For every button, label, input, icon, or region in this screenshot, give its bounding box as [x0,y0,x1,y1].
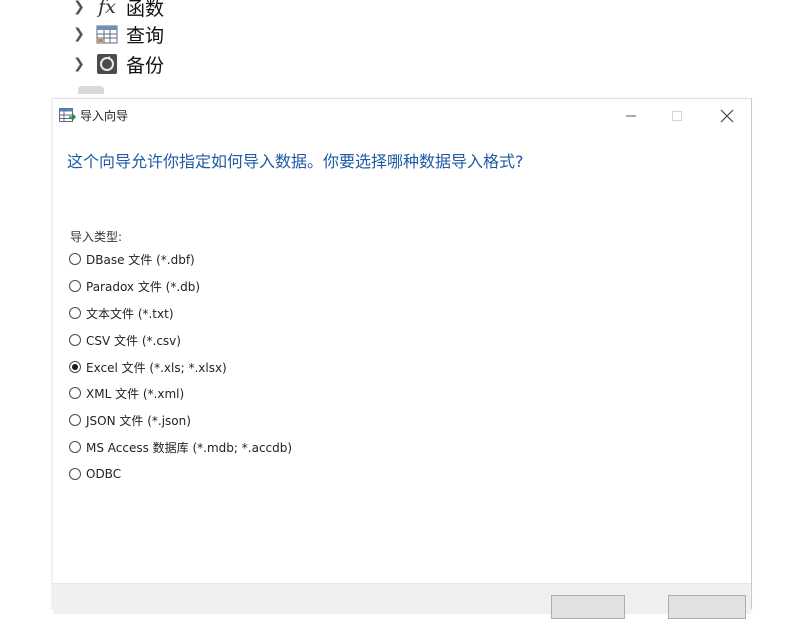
import-option[interactable]: DBase 文件 (*.dbf) [69,249,195,269]
option-label: XML 文件 (*.xml) [86,386,185,401]
radio-button[interactable] [69,280,81,292]
tree-item-label: 备份 [126,54,165,77]
option-label: JSON 文件 (*.json) [86,413,191,428]
import-type-label: 导入类型: [70,230,123,244]
radio-button[interactable] [69,253,81,265]
import-option[interactable]: MS Access 数据库 (*.mdb; *.accdb) [69,437,292,457]
tree-item-functions[interactable]: ❯ fx 函数 [72,0,164,20]
dialog-footer [53,583,751,619]
backup-icon [96,53,118,75]
dialog-title: 导入向导 [80,109,129,123]
radio-button[interactable] [69,468,81,480]
import-wizard-dialog: 导入向导 这个向导允许你指定如何导入数据。你要选择哪种数据导入格式? 导入类型:… [52,98,752,619]
title-bar[interactable]: 导入向导 [53,99,751,133]
radio-button[interactable] [69,307,81,319]
navigator-tree: ❯ fx 函数 ❯ 查询 ❯ 备份 [0,0,800,95]
radio-button[interactable] [69,334,81,346]
import-option[interactable]: CSV 文件 (*.csv) [69,330,181,350]
radio-button[interactable] [69,361,81,373]
option-label: CSV 文件 (*.csv) [86,333,181,348]
query-table-icon [96,23,118,45]
import-wizard-icon [59,108,77,127]
option-label: 文本文件 (*.txt) [86,306,174,321]
footer-button-next[interactable] [668,595,746,619]
chevron-right-icon[interactable]: ❯ [72,26,86,42]
minimize-icon [626,115,636,117]
tree-item-label: 查询 [126,24,165,47]
tree-item-partial [78,86,104,94]
maximize-icon [672,111,682,121]
maximize-button[interactable] [654,101,700,131]
wizard-heading: 这个向导允许你指定如何导入数据。你要选择哪种数据导入格式? [67,152,524,171]
import-option[interactable]: XML 文件 (*.xml) [69,383,184,403]
footer-button-back[interactable] [551,595,625,619]
tree-item-backups[interactable]: ❯ 备份 [72,51,164,77]
option-label: Paradox 文件 (*.db) [86,279,201,294]
function-icon: fx [98,0,116,18]
import-option[interactable]: JSON 文件 (*.json) [69,410,191,430]
close-button[interactable] [704,101,750,131]
option-label: DBase 文件 (*.dbf) [86,252,195,267]
chevron-right-icon[interactable]: ❯ [72,56,86,72]
radio-button[interactable] [69,441,81,453]
import-option[interactable]: Excel 文件 (*.xls; *.xlsx) [69,357,227,377]
import-option[interactable]: 文本文件 (*.txt) [69,303,174,323]
minimize-button[interactable] [608,101,654,131]
import-option[interactable]: ODBC [69,464,121,484]
radio-button[interactable] [69,387,81,399]
chevron-right-icon[interactable]: ❯ [72,0,86,15]
radio-button[interactable] [69,414,81,426]
option-label: Excel 文件 (*.xls; *.xlsx) [86,360,227,375]
import-option[interactable]: Paradox 文件 (*.db) [69,276,200,296]
option-label: MS Access 数据库 (*.mdb; *.accdb) [86,440,293,455]
tree-item-label: 函数 [126,0,165,20]
close-icon [720,109,734,123]
option-label: ODBC [86,467,122,481]
tree-item-queries[interactable]: ❯ 查询 [72,21,164,47]
